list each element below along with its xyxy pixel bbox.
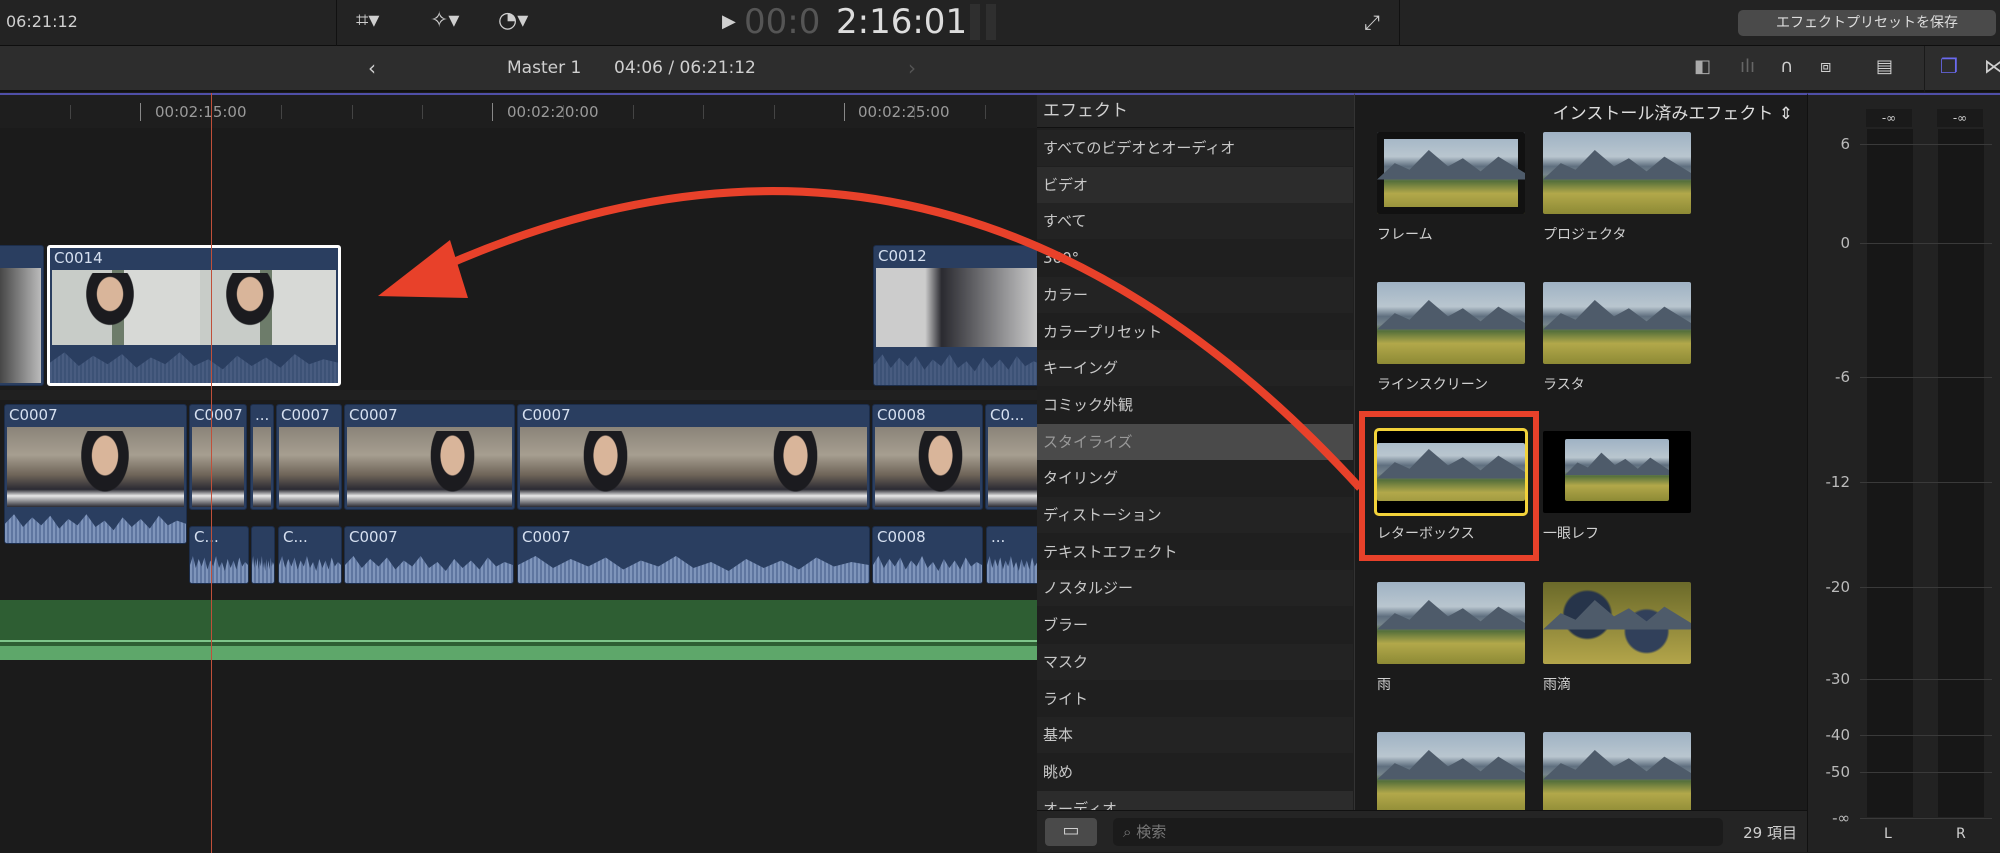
arrow-curve — [438, 187, 1363, 491]
arrow-head — [378, 240, 468, 298]
annotation-arrow — [378, 187, 1363, 491]
